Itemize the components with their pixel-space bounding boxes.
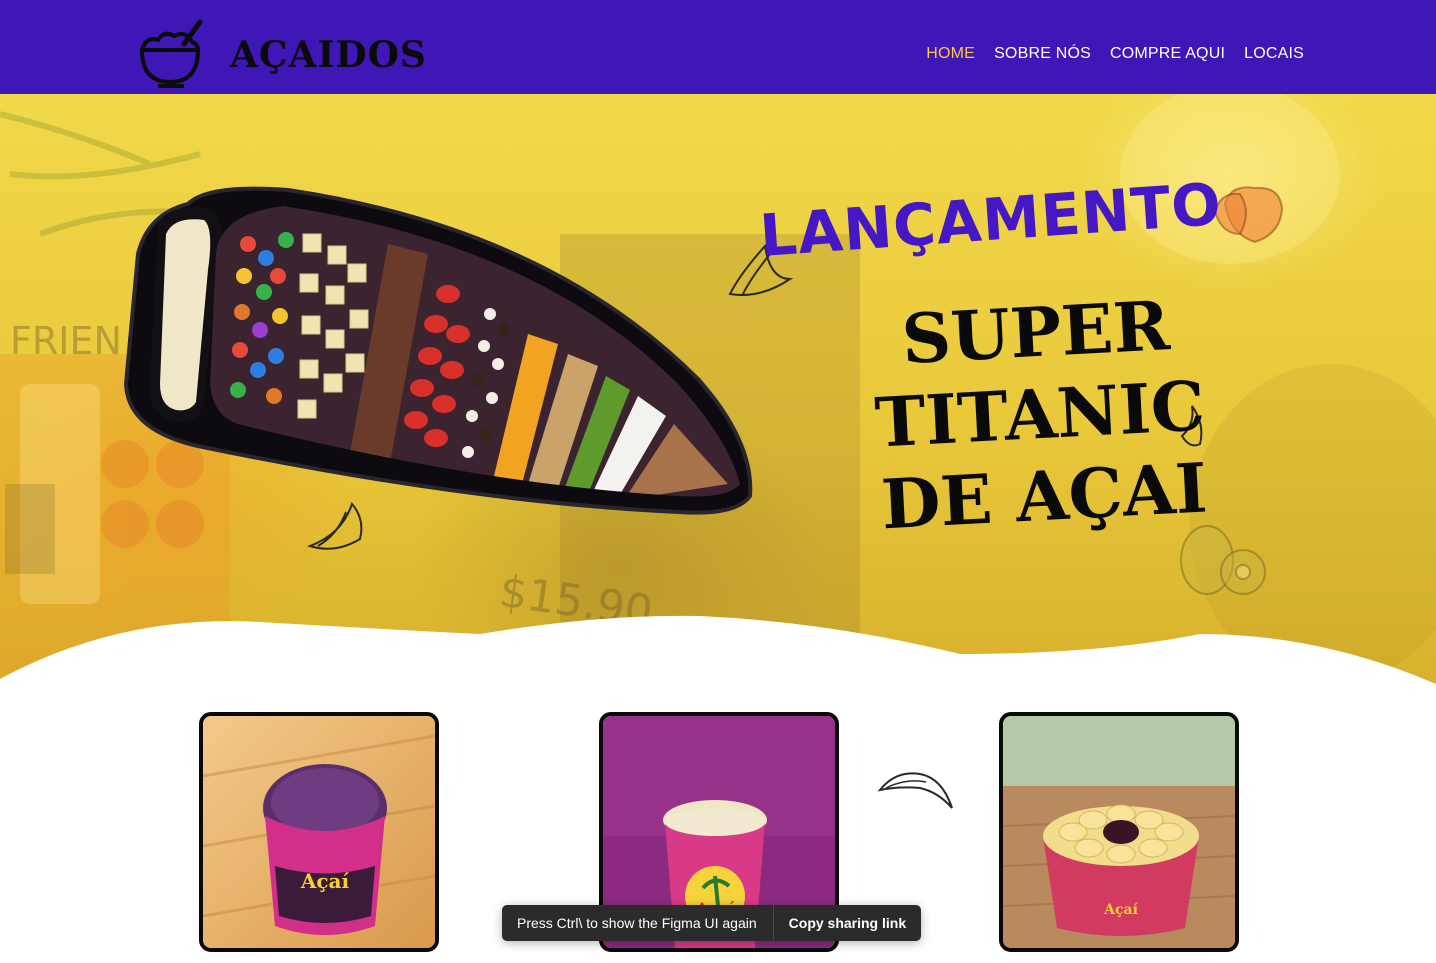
nav-compre-aqui[interactable]: COMPRE AQUI — [1110, 45, 1225, 63]
product-label: Açaí — [1103, 902, 1138, 918]
nav-locais[interactable]: LOCAIS — [1244, 45, 1304, 63]
main-nav: HOME SOBRE NÓS COMPRE AQUI LOCAIS — [926, 45, 1304, 63]
toast-message: Press Ctrl\ to show the Figma UI again — [502, 905, 774, 941]
product-card-acai-tub[interactable]: Açaí — [199, 712, 439, 952]
acai-bowl-icon[interactable] — [134, 16, 206, 88]
brand-name[interactable]: AÇAIDOS — [230, 34, 427, 76]
hero-wave-divider — [0, 615, 1436, 694]
product-label: Açaí — [300, 869, 350, 893]
product-image: Açaí — [1003, 716, 1235, 948]
nav-sobre-nos[interactable]: SOBRE NÓS — [994, 45, 1091, 63]
nav-home[interactable]: HOME — [926, 45, 975, 63]
product-image: Açaí — [203, 716, 435, 948]
figma-toast: Press Ctrl\ to show the Figma UI again C… — [502, 905, 922, 941]
navbar: AÇAIDOS HOME SOBRE NÓS COMPRE AQUI LOCAI… — [0, 0, 1436, 94]
banana-outline-icon — [877, 772, 953, 809]
hero-banner: FRIEN $15.90 LANÇAMENTO SUPER TITANIC DE… — [0, 94, 1436, 694]
copy-sharing-link-button[interactable]: Copy sharing link — [774, 905, 921, 941]
product-card-acai-bowl[interactable]: Açaí — [999, 712, 1239, 952]
